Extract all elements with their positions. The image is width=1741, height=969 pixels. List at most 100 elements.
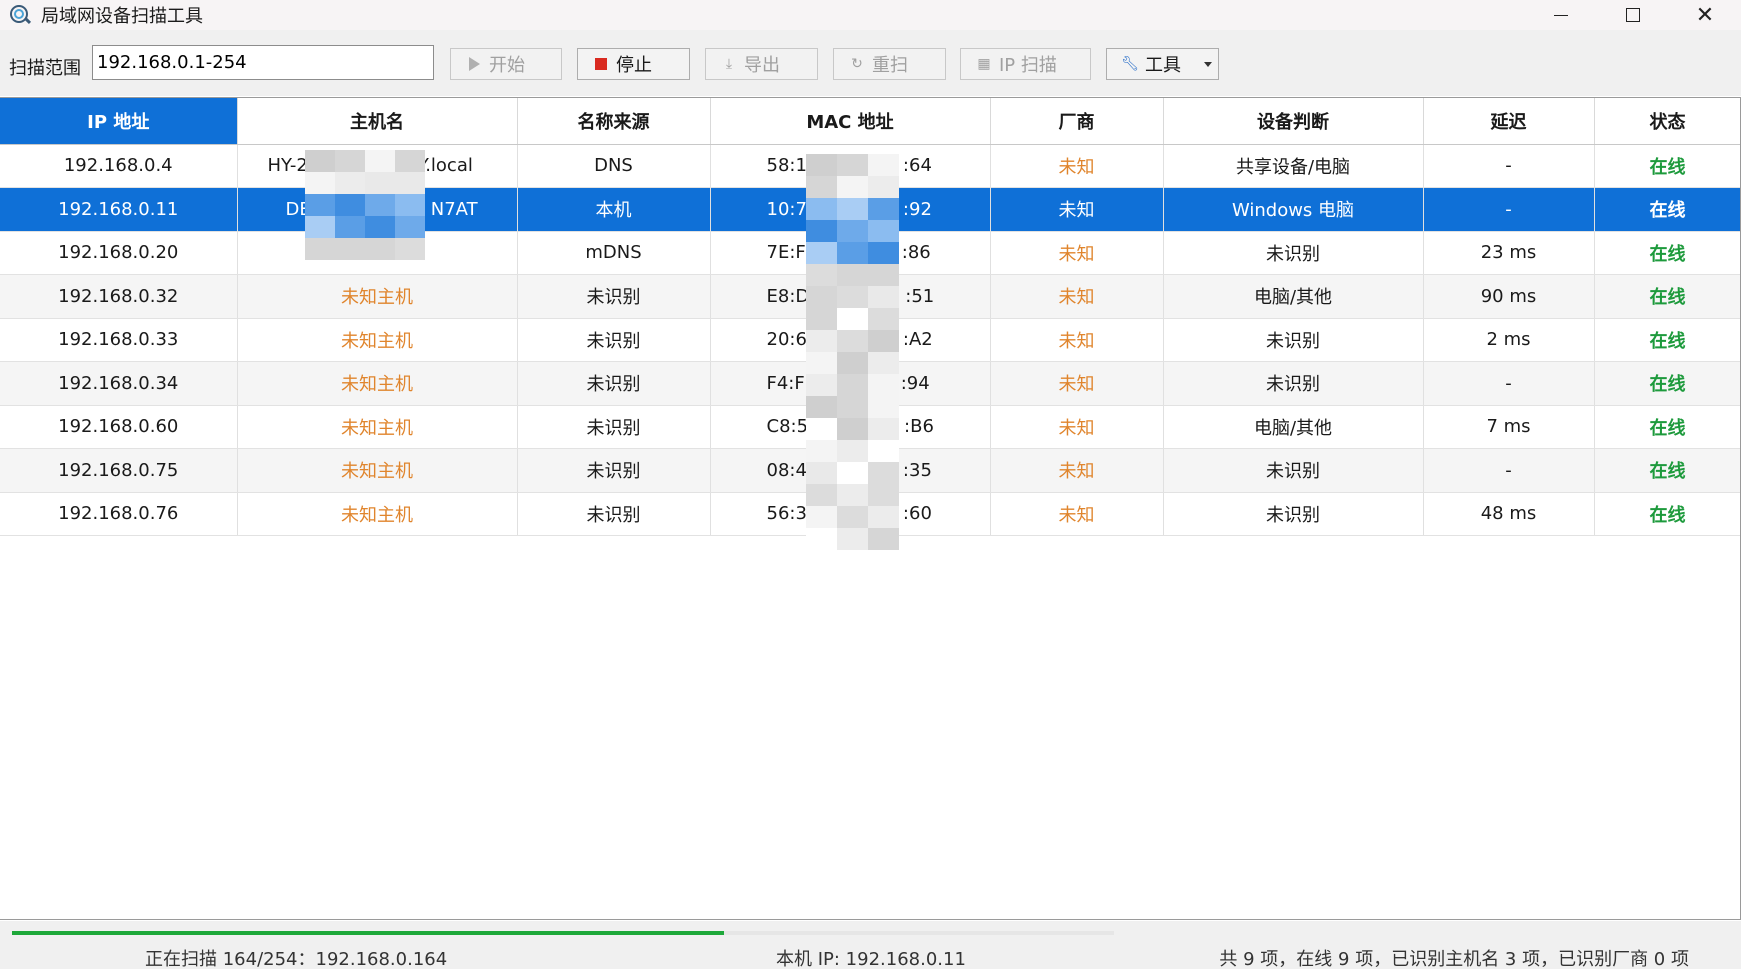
mosaic-block <box>365 216 395 238</box>
column-header-vendor[interactable]: 厂商 <box>990 98 1164 145</box>
hostname-mosaic <box>305 150 425 270</box>
device-table[interactable]: IP 地址 主机名 名称来源 MAC 地址 厂商 设备判断 延迟 状态 192.… <box>0 97 1741 920</box>
cell-ip: 192.168.0.33 <box>0 318 238 362</box>
cell-hostname: 未知主机 <box>237 318 518 362</box>
mosaic-block <box>806 440 837 462</box>
mosaic-block <box>837 440 868 462</box>
radar-icon <box>8 3 32 27</box>
mosaic-block <box>868 286 899 308</box>
window-controls: ✕ <box>1525 0 1741 30</box>
mosaic-block <box>806 462 837 484</box>
mosaic-block <box>806 528 837 550</box>
cell-device-type: 未识别 <box>1163 492 1424 536</box>
start-button[interactable]: 开始 <box>450 48 562 80</box>
maximize-icon <box>1626 8 1640 22</box>
rescan-button[interactable]: ↻ 重扫 <box>833 48 946 80</box>
mosaic-block <box>868 484 899 506</box>
column-header-ip[interactable]: IP 地址 <box>0 98 238 145</box>
cell-latency: 48 ms <box>1423 492 1595 536</box>
cell-device-type: 电脑/其他 <box>1163 405 1424 449</box>
mosaic-block <box>305 238 335 260</box>
ip-scan-button[interactable]: ▦ IP 扫描 <box>960 48 1091 80</box>
column-header-name-source[interactable]: 名称来源 <box>517 98 711 145</box>
cell-status: 在线 <box>1594 318 1740 362</box>
mac-prefix: 08:4 <box>766 459 807 481</box>
cell-latency: - <box>1423 187 1595 232</box>
mosaic-block <box>868 242 899 264</box>
mosaic-block <box>868 308 899 330</box>
mosaic-block <box>335 194 365 216</box>
cell-latency: - <box>1423 144 1595 188</box>
cell-name-source: 未识别 <box>517 361 711 406</box>
export-button-label: 导出 <box>744 55 780 76</box>
mosaic-block <box>868 220 899 242</box>
mosaic-block <box>806 308 837 330</box>
mac-suffix: :94 <box>900 372 930 394</box>
mac-suffix: :64 <box>902 155 932 177</box>
cell-latency: 90 ms <box>1423 274 1595 319</box>
cell-status: 在线 <box>1594 492 1740 536</box>
column-header-hostname[interactable]: 主机名 <box>237 98 518 145</box>
mosaic-block <box>837 308 868 330</box>
cell-device-type: 未识别 <box>1163 318 1424 362</box>
cell-status: 在线 <box>1594 405 1740 449</box>
column-header-device-type[interactable]: 设备判断 <box>1163 98 1424 145</box>
mosaic-block <box>837 352 868 374</box>
cell-name-source: mDNS <box>517 231 711 275</box>
maximize-button[interactable] <box>1597 0 1669 30</box>
mac-mosaic <box>806 154 899 558</box>
close-button[interactable]: ✕ <box>1669 0 1741 30</box>
mosaic-block <box>837 286 868 308</box>
mosaic-block <box>837 330 868 352</box>
mosaic-block <box>806 418 837 440</box>
mosaic-block <box>395 238 425 260</box>
mosaic-block <box>395 216 425 238</box>
cell-device-type: 电脑/其他 <box>1163 274 1424 319</box>
mosaic-block <box>335 172 365 194</box>
column-header-latency[interactable]: 延迟 <box>1423 98 1595 145</box>
cell-latency: 7 ms <box>1423 405 1595 449</box>
cell-vendor: 未知 <box>990 144 1164 188</box>
cell-device-type: 未识别 <box>1163 231 1424 275</box>
mosaic-block <box>837 484 868 506</box>
scan-progress-fill <box>12 931 724 935</box>
mosaic-block <box>365 150 395 172</box>
column-header-mac[interactable]: MAC 地址 <box>710 98 991 145</box>
cell-name-source: 本机 <box>517 187 711 232</box>
cell-vendor: 未知 <box>990 492 1164 536</box>
mosaic-block <box>837 506 868 528</box>
hostname-prefix: HY-2 <box>267 155 308 177</box>
cell-vendor: 未知 <box>990 405 1164 449</box>
cell-ip: 192.168.0.32 <box>0 274 238 319</box>
stop-button-label: 停止 <box>616 55 652 76</box>
grid-icon: ▦ <box>977 56 991 72</box>
mosaic-block <box>806 484 837 506</box>
cell-ip: 192.168.0.60 <box>0 405 238 449</box>
export-button[interactable]: ⤓ 导出 <box>705 48 818 80</box>
mac-suffix: :60 <box>902 503 932 525</box>
mosaic-block <box>868 198 899 220</box>
mac-suffix: :35 <box>902 459 932 481</box>
mosaic-block <box>868 374 899 396</box>
hostname-suffix: Y.local <box>417 155 473 177</box>
mosaic-block <box>868 418 899 440</box>
mosaic-block <box>806 374 837 396</box>
mosaic-block <box>806 352 837 374</box>
mosaic-block <box>868 264 899 286</box>
mac-prefix: C8:5 <box>766 416 809 438</box>
cell-status: 在线 <box>1594 274 1740 319</box>
cell-vendor: 未知 <box>990 318 1164 362</box>
minimize-button[interactable] <box>1525 0 1597 30</box>
tools-dropdown-button[interactable]: 🔧︎ 工具 <box>1106 48 1219 80</box>
column-header-status[interactable]: 状态 <box>1594 98 1740 145</box>
cell-hostname: 未知主机 <box>237 492 518 536</box>
stop-button[interactable]: 停止 <box>577 48 690 80</box>
title-bar: 局域网设备扫描工具 ✕ <box>0 0 1741 30</box>
mosaic-block <box>868 462 899 484</box>
mac-prefix: F4:F <box>766 372 805 394</box>
cell-status: 在线 <box>1594 187 1740 232</box>
mosaic-block <box>868 176 899 198</box>
cell-name-source: DNS <box>517 144 711 188</box>
scan-range-input[interactable] <box>92 45 434 80</box>
window-title: 局域网设备扫描工具 <box>41 6 203 27</box>
